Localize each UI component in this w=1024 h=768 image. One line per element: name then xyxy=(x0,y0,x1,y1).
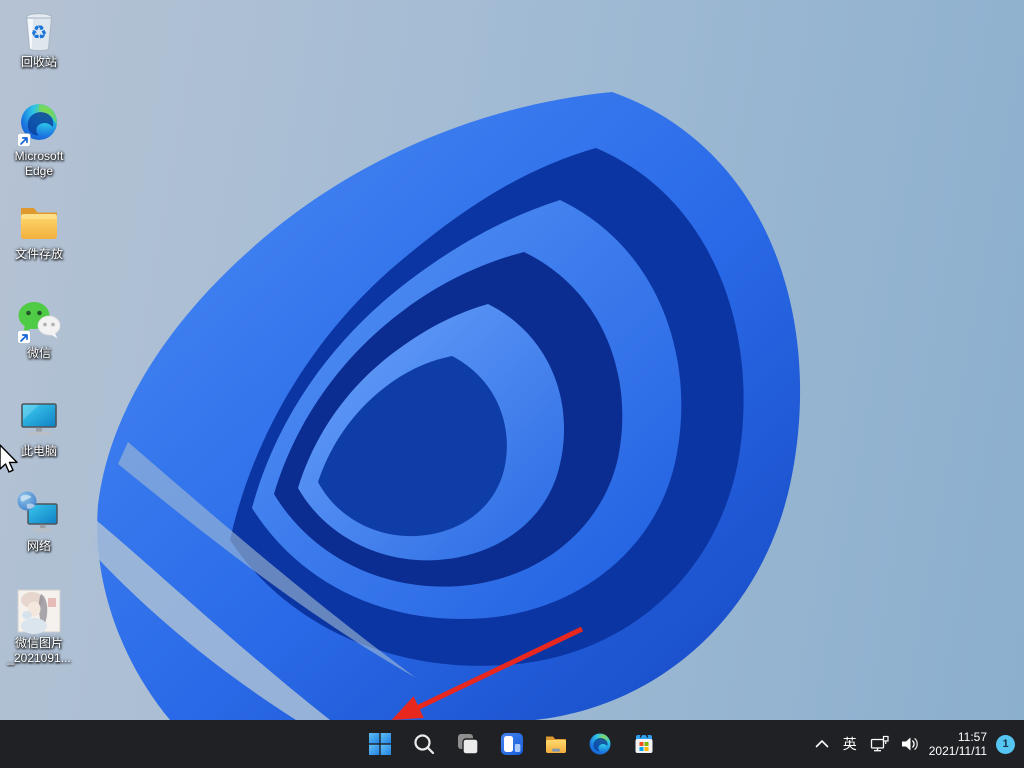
widgets-button[interactable] xyxy=(492,724,532,764)
network-icon xyxy=(869,733,891,755)
clock-time: 11:57 xyxy=(929,730,987,745)
start-button[interactable] xyxy=(360,724,400,764)
microsoft-store-button[interactable] xyxy=(624,724,664,764)
desktop-icon-label: 此电脑 xyxy=(21,444,57,459)
tray-network-button[interactable] xyxy=(865,724,895,764)
network-icon xyxy=(15,490,63,538)
desktop-icon-label: 网络 xyxy=(27,539,51,554)
wechat-icon xyxy=(15,297,63,345)
volume-icon xyxy=(899,733,921,755)
task-view-button[interactable] xyxy=(448,724,488,764)
edge-icon xyxy=(588,732,612,756)
edge-icon xyxy=(15,100,63,148)
desktop-icon-microsoft-edge[interactable]: MicrosoftEdge xyxy=(1,100,77,179)
desktop-icon-label: MicrosoftEdge xyxy=(15,149,64,179)
notification-badge[interactable]: 1 xyxy=(996,735,1015,754)
svg-text:♻: ♻ xyxy=(30,22,47,44)
desktop-icon-this-pc[interactable]: 此电脑 xyxy=(1,395,77,459)
recycle-bin-icon: ♻ xyxy=(15,6,63,54)
microsoft-store-icon xyxy=(632,732,656,756)
widgets-icon xyxy=(500,732,524,756)
tray-chevron-button[interactable] xyxy=(809,724,835,764)
tray-clock[interactable]: 11:57 2021/11/11 xyxy=(929,730,987,759)
tray-volume-button[interactable] xyxy=(895,724,925,764)
desktop-icon-wechat[interactable]: 微信 xyxy=(1,297,77,361)
desktop-icon-files-folder[interactable]: 文件存放 xyxy=(1,198,77,262)
system-tray: 英 11:57 2021/11/11 xyxy=(809,720,1020,768)
clock-date: 2021/11/11 xyxy=(929,744,987,759)
desktop-icon-recycle-bin[interactable]: ♻ 回收站 xyxy=(1,6,77,70)
search-button[interactable] xyxy=(404,724,444,764)
search-icon xyxy=(412,732,436,756)
task-view-icon xyxy=(456,732,480,756)
desktop-wallpaper xyxy=(0,0,1024,720)
edge-button[interactable] xyxy=(580,724,620,764)
desktop-icon-label: 回收站 xyxy=(21,55,57,70)
this-pc-icon xyxy=(15,395,63,443)
ime-indicator[interactable]: 英 xyxy=(835,724,865,764)
ime-label: 英 xyxy=(843,734,857,754)
bloom-wallpaper-graphic xyxy=(0,0,1024,720)
windows-desktop: ♻ 回收站 MicrosoftEdge xyxy=(0,0,1024,768)
desktop-icon-label: 文件存放 xyxy=(15,247,63,262)
folder-icon xyxy=(15,198,63,246)
taskbar-center-buttons xyxy=(360,724,664,764)
image-thumbnail-icon xyxy=(15,587,63,635)
file-explorer-button[interactable] xyxy=(536,724,576,764)
desktop-icon-label: 微信图片_2021091... xyxy=(7,636,70,666)
start-icon xyxy=(368,732,392,756)
taskbar: 英 11:57 2021/11/11 xyxy=(0,720,1024,768)
file-explorer-icon xyxy=(544,732,568,756)
notification-count: 1 xyxy=(1002,738,1008,750)
chevron-up-icon xyxy=(811,733,833,755)
desktop-icon-network[interactable]: 网络 xyxy=(1,490,77,554)
desktop-icon-wechat-image[interactable]: 微信图片_2021091... xyxy=(1,587,77,666)
desktop-icon-label: 微信 xyxy=(27,346,51,361)
